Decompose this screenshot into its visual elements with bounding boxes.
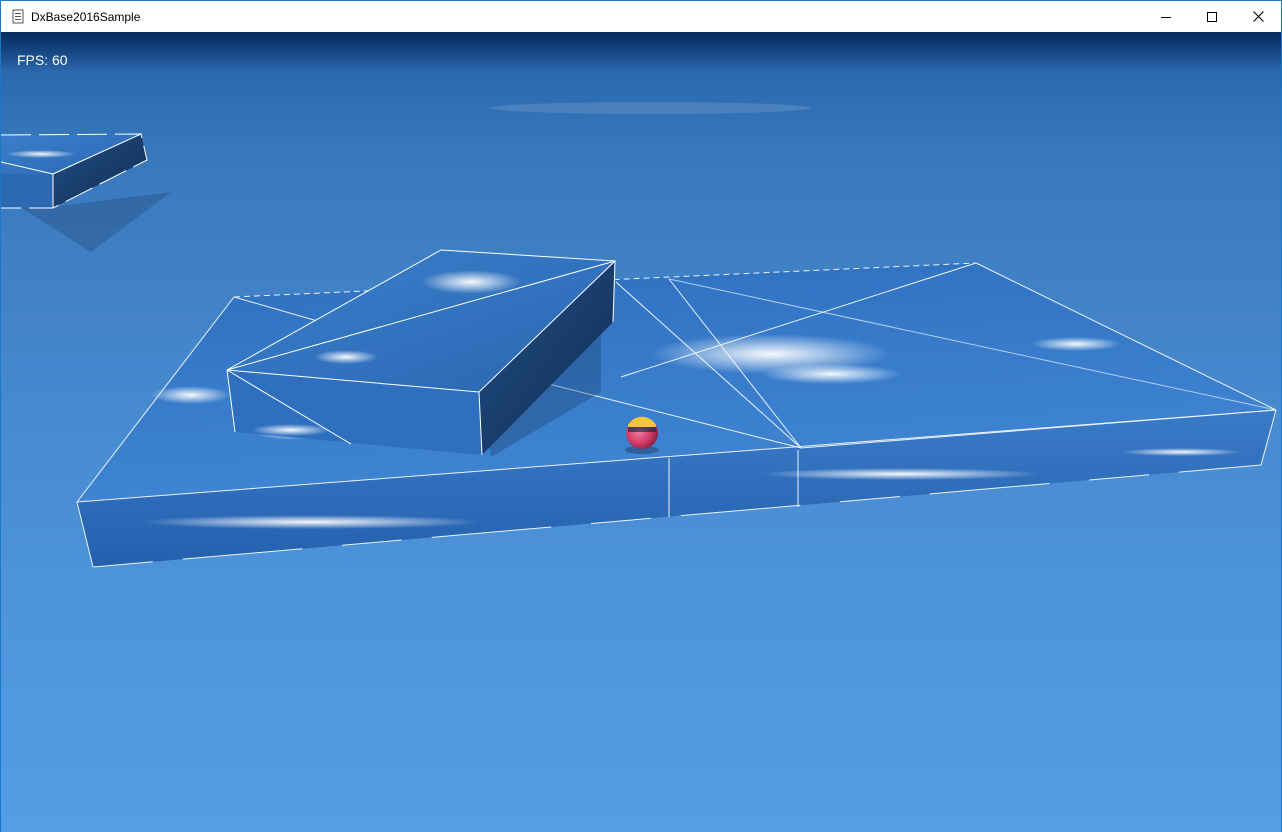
app-window: DxBase2016Sample FPS: 60 [0,0,1282,832]
player-ball [625,416,659,454]
block-cloud-2 [314,350,378,364]
block-cloud-3 [251,424,331,436]
close-button[interactable] [1235,1,1281,32]
render-viewport[interactable]: FPS: 60 [1,32,1281,832]
maximize-icon [1207,11,1217,22]
small-platform-cloud [6,150,76,158]
minimize-button[interactable] [1143,1,1189,32]
title-bar[interactable]: DxBase2016Sample [1,1,1281,32]
cloud-front-3 [1121,448,1241,456]
app-icon [11,9,25,24]
cloud-front [141,515,481,529]
ball-band [628,427,656,432]
block-cloud [421,270,521,294]
small-platform-front [1,174,53,208]
fps-counter: FPS: 60 [17,52,68,68]
cloud-left [151,386,231,404]
horizon-haze [491,102,811,114]
window-title: DxBase2016Sample [31,10,141,24]
cloud-right [1031,337,1121,351]
maximize-button[interactable] [1189,1,1235,32]
game-scene [1,102,1277,568]
small-platform [1,133,171,252]
minimize-icon [1161,12,1171,22]
cloud-main-2 [761,364,901,384]
close-icon [1252,11,1264,22]
cloud-front-2 [761,468,1041,480]
